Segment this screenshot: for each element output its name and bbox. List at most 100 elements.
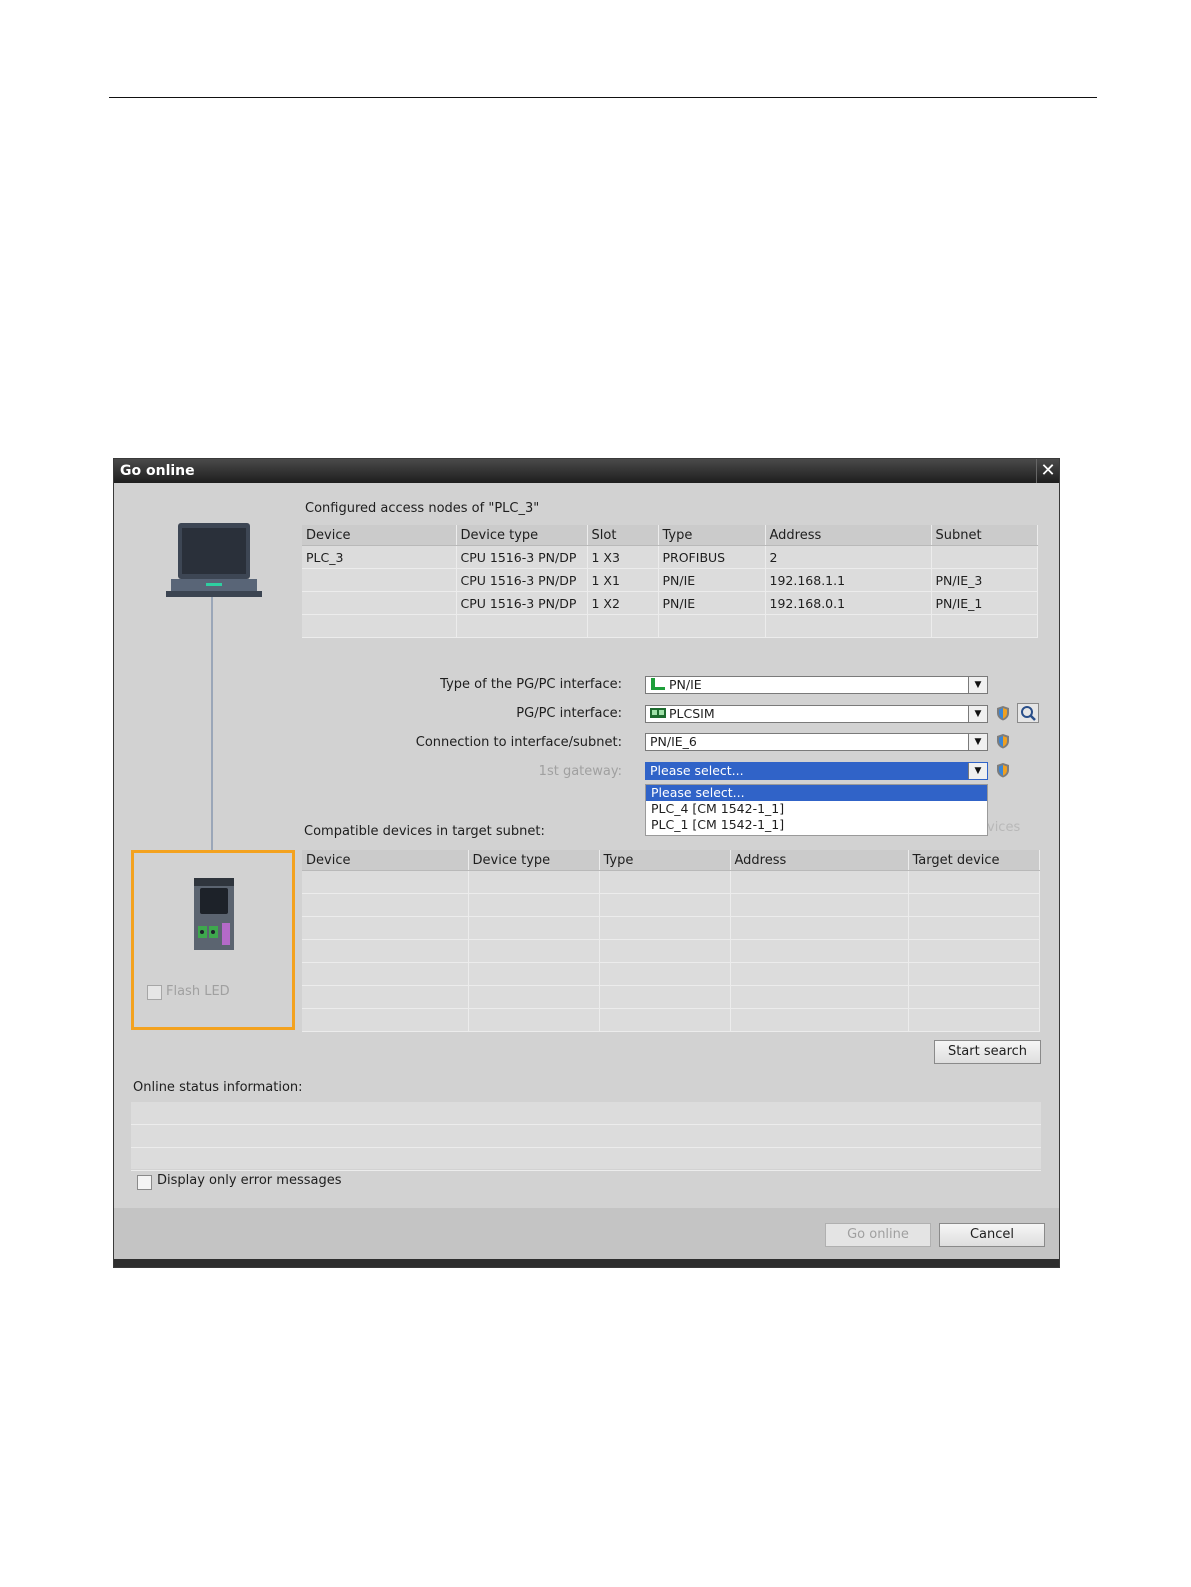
connection-select[interactable]: PN/IE_6 ▼ — [645, 733, 988, 751]
network-icon — [651, 678, 665, 690]
connection-value: PN/IE_6 — [650, 734, 697, 749]
table-row[interactable] — [302, 614, 1038, 638]
col-device[interactable]: Device — [302, 850, 469, 871]
pgpc-type-select[interactable]: PN/IE ▼ — [645, 676, 988, 694]
cell-device: PLC_3 — [302, 545, 457, 569]
error-only-label: Display only error messages — [157, 1173, 342, 1188]
table-row[interactable] — [302, 962, 1040, 986]
cell-slot — [587, 614, 659, 638]
shield-icon — [997, 763, 1009, 778]
dropdown-option[interactable]: Please select... — [646, 785, 987, 801]
cell-subnet: PN/IE_1 — [931, 591, 1038, 615]
table-row[interactable] — [302, 939, 1040, 963]
compatible-header-row: Device Device type Type Address Target d… — [302, 850, 1040, 871]
col-address[interactable]: Address — [730, 850, 909, 871]
chevron-down-icon[interactable]: ▼ — [968, 706, 987, 722]
gateway-label: 1st gateway: — [538, 764, 622, 779]
status-row — [131, 1148, 1041, 1171]
col-type[interactable]: Type — [658, 525, 766, 546]
cell-device-type: CPU 1516-3 PN/DP — [456, 568, 588, 592]
pgpc-interface-select[interactable]: PLCSIM ▼ — [645, 705, 988, 723]
cell-address: 192.168.0.1 — [765, 591, 932, 615]
compatible-devices-heading: Compatible devices in target subnet: — [304, 824, 545, 839]
cell-type: PROFIBUS — [658, 545, 766, 569]
online-status-label: Online status information: — [133, 1080, 303, 1095]
go-online-button[interactable]: Go online — [825, 1223, 931, 1247]
shield-icon — [997, 706, 1009, 721]
pgpc-interface-value: PLCSIM — [669, 706, 715, 721]
col-subnet[interactable]: Subnet — [931, 525, 1038, 546]
flash-led-checkbox[interactable] — [147, 985, 162, 1000]
page-top-rule — [109, 97, 1097, 98]
table-row[interactable] — [302, 916, 1040, 940]
close-button[interactable]: ✕ — [1036, 459, 1059, 483]
col-slot[interactable]: Slot — [587, 525, 659, 546]
close-icon: ✕ — [1040, 460, 1056, 481]
table-row[interactable] — [302, 985, 1040, 1009]
cell-type: PN/IE — [658, 591, 766, 615]
laptop-icon — [166, 523, 262, 597]
cell-address: 192.168.1.1 — [765, 568, 932, 592]
dropdown-option[interactable]: PLC_4 [CM 1542-1_1] — [646, 801, 987, 817]
col-device-type[interactable]: Device type — [468, 850, 600, 871]
col-device-type[interactable]: Device type — [456, 525, 588, 546]
pgpc-type-label: Type of the PG/PC interface: — [440, 677, 622, 692]
table-row[interactable]: PLC_3 CPU 1516-3 PN/DP 1 X3 PROFIBUS 2 — [302, 545, 1038, 569]
col-address[interactable]: Address — [765, 525, 932, 546]
chevron-down-icon[interactable]: ▼ — [968, 734, 987, 750]
configured-header-row: Device Device type Slot Type Address Sub… — [302, 525, 1038, 546]
error-only-checkbox[interactable] — [137, 1175, 152, 1190]
cell-device — [302, 568, 457, 592]
cell-address: 2 — [765, 545, 932, 569]
status-row — [131, 1102, 1041, 1125]
connection-line — [211, 597, 213, 852]
cell-subnet — [931, 545, 1038, 569]
col-target-device[interactable]: Target device — [908, 850, 1040, 871]
table-row[interactable] — [302, 870, 1040, 894]
table-row[interactable]: CPU 1516-3 PN/DP 1 X1 PN/IE 192.168.1.1 … — [302, 568, 1038, 592]
cell-device-type — [456, 614, 588, 638]
cell-address — [765, 614, 932, 638]
cell-subnet: PN/IE_3 — [931, 568, 1038, 592]
start-search-button[interactable]: Start search — [934, 1040, 1041, 1064]
status-row — [131, 1125, 1041, 1148]
gateway-value: Please select... — [650, 763, 744, 778]
target-device-box: Flash LED — [131, 850, 295, 1030]
compatible-devices-table: Device Device type Type Address Target d… — [302, 850, 1040, 1032]
cell-device — [302, 614, 457, 638]
shield-icon — [997, 734, 1009, 749]
cell-type — [658, 614, 766, 638]
configured-nodes-heading: Configured access nodes of "PLC_3" — [305, 501, 540, 516]
pgpc-interface-label: PG/PC interface: — [516, 706, 622, 721]
hidden-option-text: vices — [987, 820, 1021, 835]
flash-led-label: Flash LED — [166, 984, 230, 999]
table-row[interactable] — [302, 1008, 1040, 1032]
online-status-area — [131, 1102, 1041, 1171]
gateway-dropdown-list[interactable]: Please select... PLC_4 [CM 1542-1_1] PLC… — [645, 784, 988, 836]
dialog-bottom-border — [114, 1259, 1059, 1267]
table-row[interactable]: CPU 1516-3 PN/DP 1 X2 PN/IE 192.168.0.1 … — [302, 591, 1038, 615]
cell-slot: 1 X3 — [587, 545, 659, 569]
configured-nodes-table: Device Device type Slot Type Address Sub… — [302, 525, 1038, 638]
gateway-select[interactable]: Please select... ▼ — [645, 762, 988, 780]
chevron-down-icon[interactable]: ▼ — [968, 677, 987, 693]
chevron-down-icon[interactable]: ▼ — [968, 763, 987, 779]
plc-device-icon — [194, 878, 234, 950]
search-button[interactable] — [1017, 703, 1039, 723]
cell-slot: 1 X2 — [587, 591, 659, 615]
table-row[interactable] — [302, 893, 1040, 917]
pgpc-type-value: PN/IE — [669, 677, 702, 692]
cell-slot: 1 X1 — [587, 568, 659, 592]
cell-subnet — [931, 614, 1038, 638]
cell-device — [302, 591, 457, 615]
dropdown-option[interactable]: PLC_1 [CM 1542-1_1] — [646, 817, 987, 833]
col-device[interactable]: Device — [302, 525, 457, 546]
cell-device-type: CPU 1516-3 PN/DP — [456, 591, 588, 615]
connection-label: Connection to interface/subnet: — [415, 735, 622, 750]
cancel-button[interactable]: Cancel — [939, 1223, 1045, 1247]
go-online-dialog: Go online ✕ Configured access nodes of "… — [113, 458, 1060, 1268]
dialog-titlebar: Go online — [114, 459, 1059, 483]
col-type[interactable]: Type — [599, 850, 731, 871]
dialog-title: Go online — [120, 463, 195, 479]
dialog-footer: Go online Cancel — [114, 1208, 1059, 1261]
